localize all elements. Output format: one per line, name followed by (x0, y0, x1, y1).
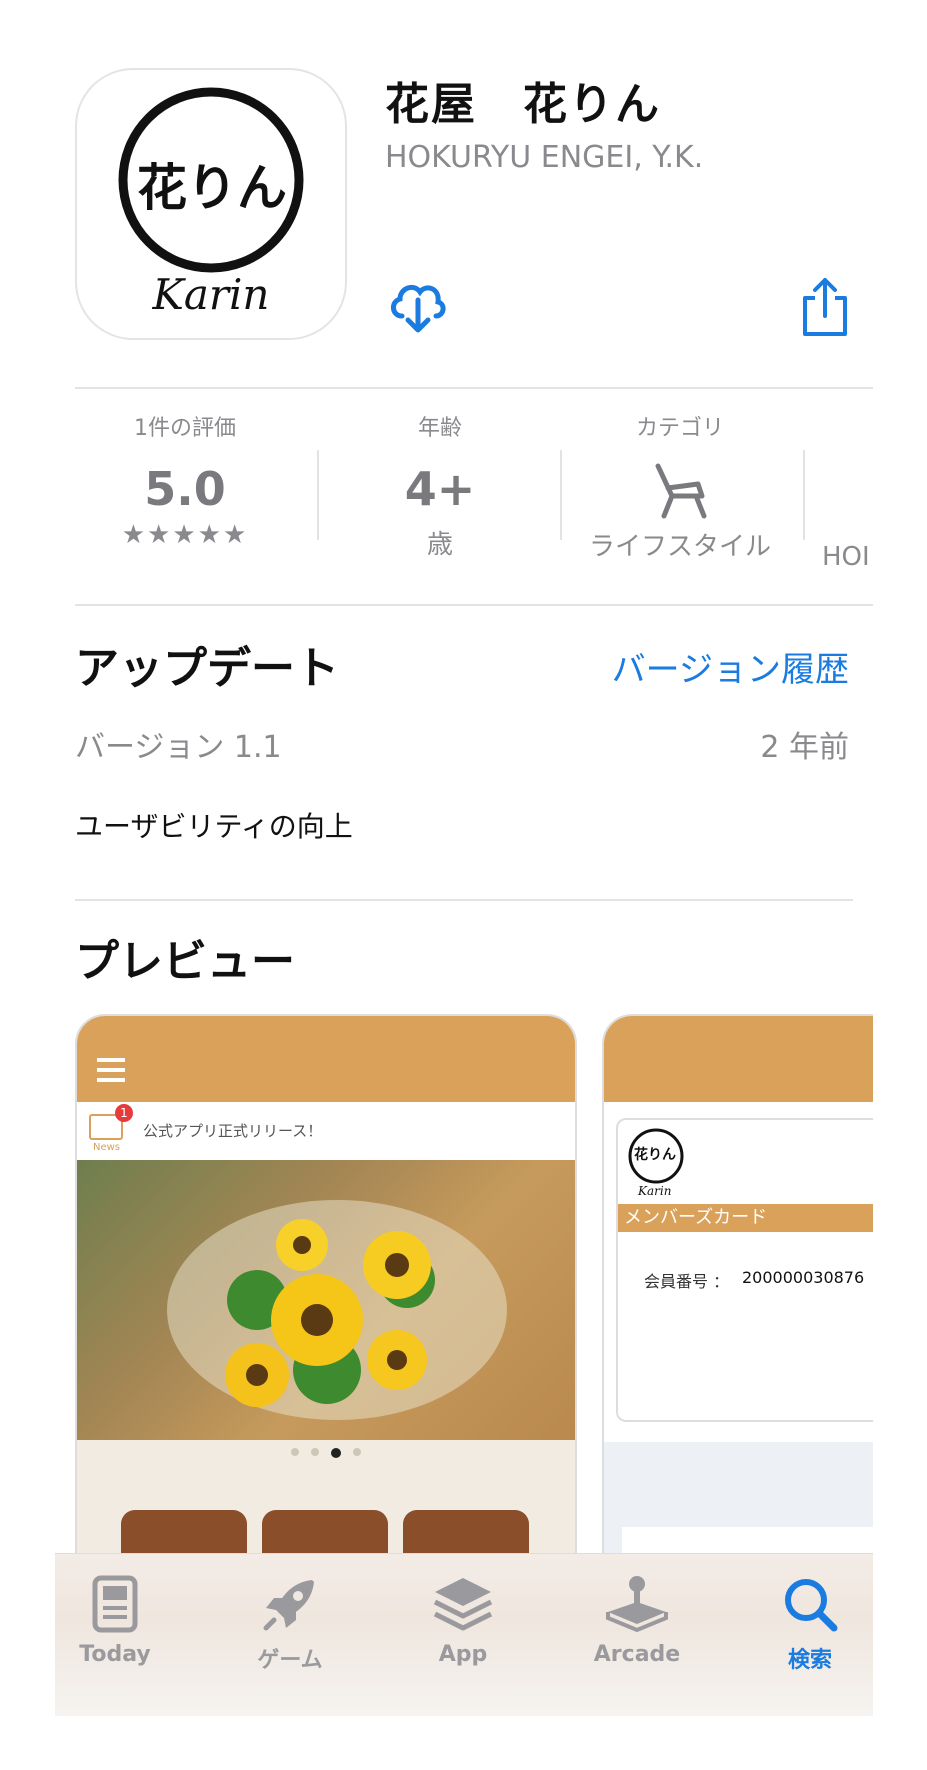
stat-category-label: カテゴリ (635, 416, 724, 441)
news-row: 1 News 公式アプリ正式リリース！ (77, 1102, 575, 1160)
app-title: 花屋 花りん (385, 79, 661, 130)
tab-apps[interactable]: App (403, 1574, 523, 1667)
tab-arcade-label: Arcade (593, 1642, 681, 1667)
today-icon (55, 1574, 175, 1638)
stat-rating: 1件の評価 5.0 ★★★★★ (75, 410, 295, 550)
developer-name[interactable]: HOKURYU ENGEI, Y.K. (385, 140, 703, 175)
member-number-value: 200000030876 (742, 1268, 865, 1287)
version-number: バージョン 1.1 (75, 730, 282, 765)
app-icon-latin: Karin (152, 270, 270, 319)
tab-games[interactable]: ゲーム (230, 1574, 350, 1674)
version-history-link[interactable]: バージョン履歴 (612, 642, 849, 691)
search-icon (750, 1574, 870, 1638)
chair-icon (570, 460, 790, 520)
member-card-logo: 花りん Karin (624, 1126, 694, 1198)
tab-games-label: ゲーム (257, 1648, 323, 1673)
tab-apps-label: App (438, 1642, 488, 1667)
news-label: News (93, 1142, 121, 1153)
tab-today[interactable]: Today (55, 1574, 175, 1667)
stat-rating-value: 5.0 (144, 462, 226, 516)
tab-search[interactable]: 検索 (750, 1574, 870, 1674)
tab-today-label: Today (79, 1642, 151, 1667)
member-card-logo-kanji: 花りん (634, 1147, 676, 1163)
news-badge: 1 (115, 1104, 133, 1122)
preview-screenshot-1[interactable]: 1 News 公式アプリ正式リリース！ (75, 1014, 577, 1614)
stat-separator (803, 450, 805, 540)
share-icon[interactable] (801, 276, 849, 338)
stat-age-value: 4+ (404, 462, 476, 516)
stat-developer-partial: HOI (822, 542, 870, 572)
header-divider (75, 387, 873, 389)
app-icon: 花りん Karin (75, 68, 347, 340)
update-age: 2 年前 (760, 730, 849, 765)
update-divider (75, 899, 853, 901)
member-card-logo-latin: Karin (638, 1184, 672, 1198)
preview-section-title: プレビュー (75, 936, 295, 987)
preview-header-bar (77, 1016, 575, 1102)
download-cloud-icon[interactable] (386, 272, 450, 336)
tab-bar: Today ゲーム App Arcade 検索 (55, 1553, 873, 1716)
member-card-title: メンバーズカード (618, 1204, 873, 1232)
stat-category[interactable]: カテゴリ ライフスタイル (570, 410, 790, 563)
app-icon-kanji: 花りん (137, 158, 287, 217)
stat-rating-label: 1件の評価 (134, 416, 236, 441)
stat-age-sub: 歳 (426, 530, 453, 560)
stat-rating-stars: ★★★★★ (121, 520, 249, 550)
stat-category-sub: ライフスタイル (588, 532, 771, 562)
stat-age-label: 年齢 (417, 416, 462, 441)
carousel-dots (291, 1448, 371, 1458)
joystick-icon (577, 1574, 697, 1638)
hamburger-menu-icon (97, 1058, 125, 1082)
layers-icon (403, 1574, 523, 1638)
stat-separator (317, 450, 319, 540)
tab-arcade[interactable]: Arcade (577, 1574, 697, 1667)
release-notes: ユーザビリティの向上 (75, 810, 353, 843)
stat-separator (560, 450, 562, 540)
stat-age: 年齢 4+ 歳 (330, 410, 550, 561)
sunflower-photo (77, 1160, 575, 1440)
update-section-title: アップデート (75, 643, 339, 694)
rocket-icon (230, 1574, 350, 1638)
preview-header-bar (604, 1016, 873, 1102)
member-card: 花りん Karin メンバーズカード 会員番号 ： 200000030876 (616, 1118, 873, 1422)
preview-screenshot-2[interactable]: 花りん Karin メンバーズカード 会員番号 ： 200000030876 (602, 1014, 873, 1614)
member-number-label: 会員番号 ： (644, 1272, 730, 1291)
stats-divider (75, 604, 873, 606)
tab-search-label: 検索 (787, 1648, 832, 1673)
news-text: 公式アプリ正式リリース！ (143, 1122, 323, 1140)
